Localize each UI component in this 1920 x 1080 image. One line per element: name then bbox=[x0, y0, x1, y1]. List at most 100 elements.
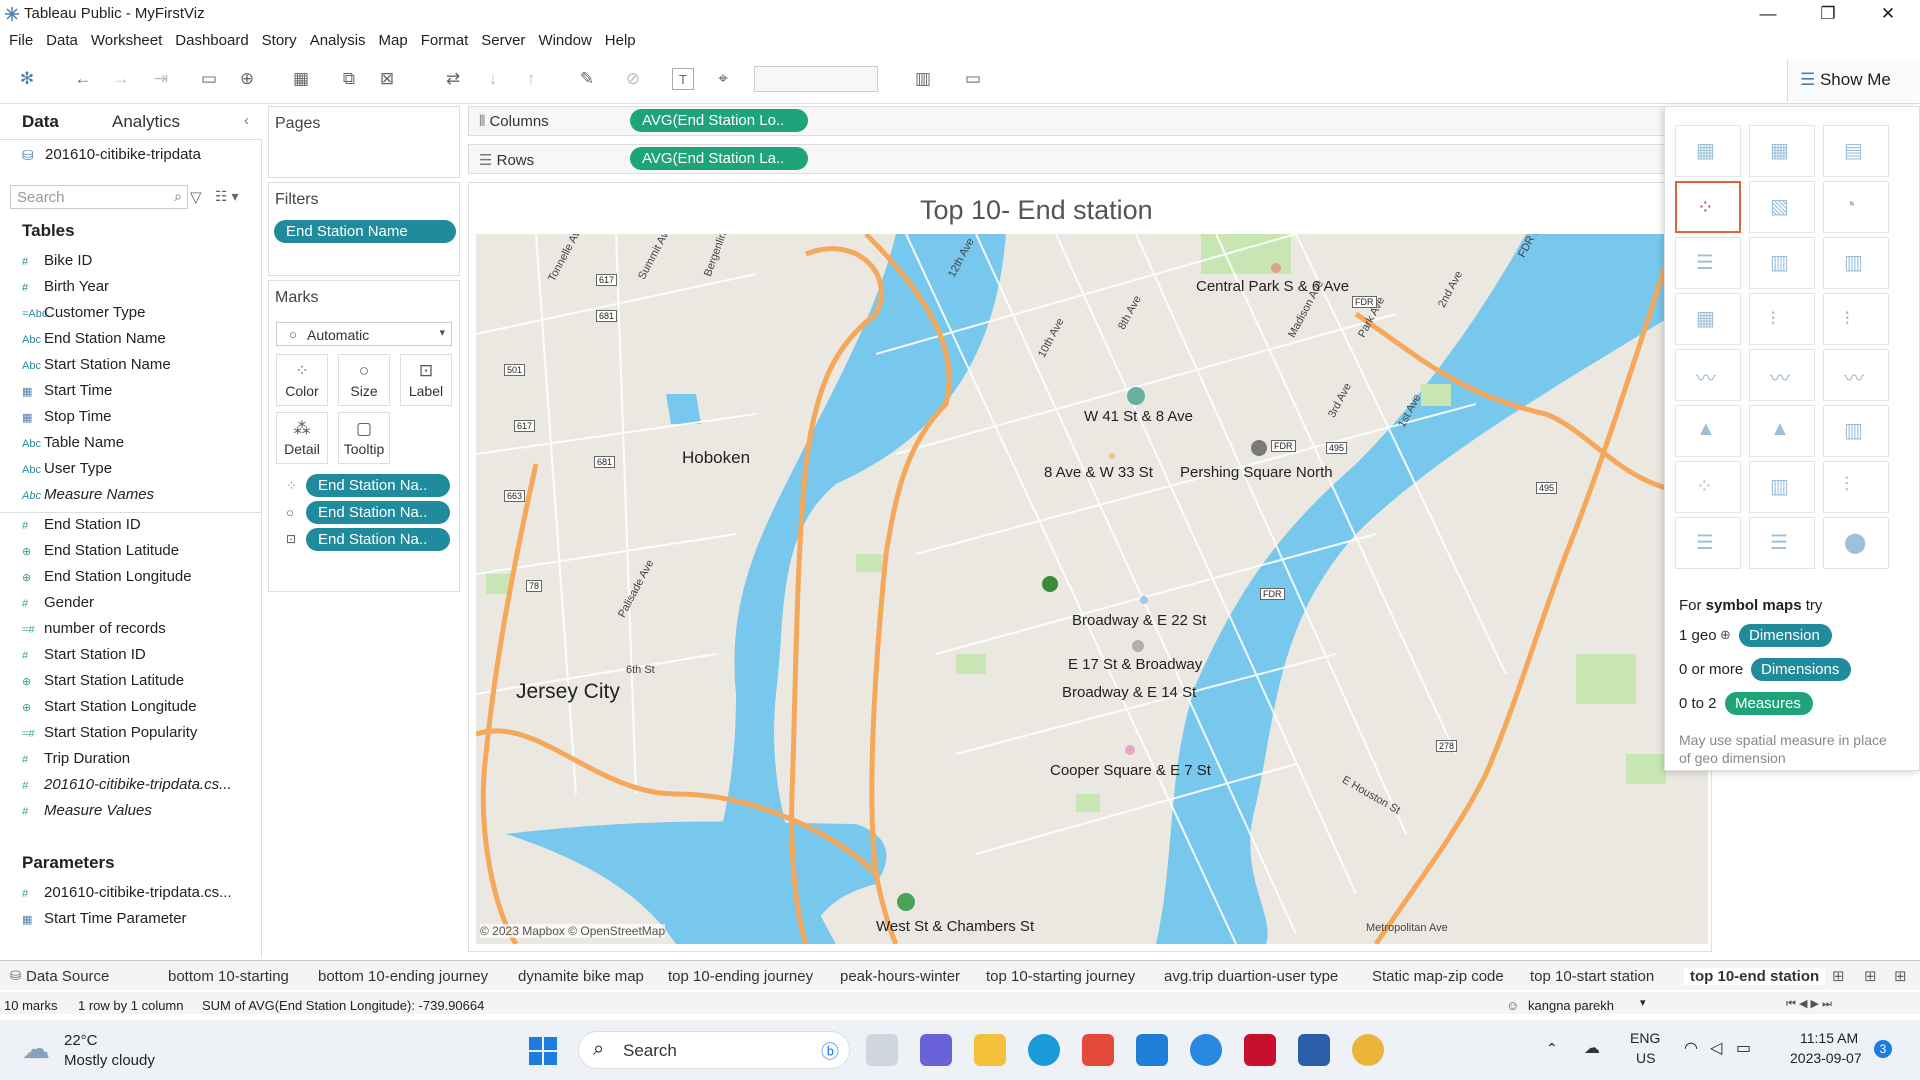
color-button[interactable]: ⁘ Color bbox=[276, 354, 328, 406]
chart-type-bullet-graph[interactable]: ☰ bbox=[1749, 517, 1815, 569]
station-mark[interactable] bbox=[1140, 596, 1148, 604]
chart-type-heat-map[interactable]: ▦ bbox=[1749, 125, 1815, 177]
weather-temp[interactable]: 22°C bbox=[64, 1032, 98, 1049]
chart-type-filled-map[interactable]: ▧ bbox=[1749, 181, 1815, 233]
dimension-field[interactable]: =AbcCustomer Type bbox=[22, 304, 145, 321]
menu-data[interactable]: Data bbox=[46, 32, 78, 49]
chart-type-side-by-side-bars[interactable]: ▥ bbox=[1823, 237, 1889, 289]
measure-field[interactable]: ⊕ End Station Latitude bbox=[22, 542, 179, 559]
chart-type-treemap[interactable]: ▦ bbox=[1675, 293, 1741, 345]
measure-field[interactable]: # Start Station ID bbox=[22, 646, 146, 663]
dimension-field[interactable]: # Birth Year bbox=[22, 278, 109, 295]
pages-card[interactable]: Pages bbox=[268, 106, 460, 178]
volume-icon[interactable]: ◁ bbox=[1710, 1038, 1722, 1058]
chart-type-area-continuous[interactable]: ▲ bbox=[1675, 405, 1741, 457]
swap-icon[interactable]: ⇄ bbox=[442, 68, 464, 90]
weather-desc[interactable]: Mostly cloudy bbox=[64, 1052, 155, 1069]
parameter-field[interactable]: ▦ Start Time Parameter bbox=[22, 910, 187, 927]
onedrive-icon[interactable]: ☁ bbox=[1584, 1038, 1600, 1058]
tooltip-pill-end-station-name[interactable]: End Station Na.. bbox=[306, 501, 450, 524]
menu-file[interactable]: File bbox=[9, 32, 33, 49]
close-icon[interactable]: ✕ bbox=[1868, 4, 1908, 24]
collapse-pane-icon[interactable]: ‹ bbox=[244, 112, 249, 129]
chart-type-histogram[interactable]: ▥ bbox=[1749, 461, 1815, 513]
menu-worksheet[interactable]: Worksheet bbox=[91, 32, 162, 49]
filter-fields-icon[interactable]: ▽ bbox=[190, 188, 202, 206]
measure-field[interactable]: # Trip Duration bbox=[22, 750, 130, 767]
measure-field[interactable]: =# number of records bbox=[22, 620, 166, 637]
measure-field[interactable]: ⊕ End Station Longitude bbox=[22, 568, 192, 585]
menu-story[interactable]: Story bbox=[262, 32, 297, 49]
menu-window[interactable]: Window bbox=[538, 32, 591, 49]
measure-field[interactable]: # Gender bbox=[22, 594, 94, 611]
undo-icon[interactable]: ← bbox=[72, 68, 94, 90]
clock-date[interactable]: 2023-09-07 bbox=[1790, 1050, 1862, 1066]
station-mark[interactable] bbox=[1271, 263, 1281, 273]
sheet-tab[interactable]: bottom 10-starting bbox=[168, 968, 289, 985]
detail-button[interactable]: ⁂ Detail bbox=[276, 412, 328, 464]
dimension-field[interactable]: Abc Start Station Name bbox=[22, 356, 171, 373]
filter-pill-end-station-name[interactable]: End Station Name bbox=[274, 220, 456, 243]
new-worksheet-tab-icon[interactable]: ⊞ bbox=[1832, 967, 1845, 985]
wifi-icon[interactable]: ◠ bbox=[1684, 1038, 1698, 1058]
parameter-field[interactable]: #201610-citibike-tripdata.cs... bbox=[22, 884, 232, 901]
user-menu-chevron-icon[interactable]: ▾ bbox=[1640, 996, 1646, 1009]
station-mark[interactable] bbox=[1132, 640, 1144, 652]
station-mark[interactable] bbox=[1042, 576, 1058, 592]
sheet-tab[interactable]: top 10-end station bbox=[1684, 968, 1826, 985]
sheet-tab[interactable]: top 10-starting journey bbox=[986, 968, 1135, 985]
taskbar-search-input[interactable]: ⌕ Search ⓑ bbox=[578, 1031, 850, 1069]
columns-pill[interactable]: AVG(End Station Lo.. bbox=[630, 109, 808, 132]
language-label[interactable]: ENG bbox=[1630, 1030, 1660, 1046]
label-button[interactable]: ⊡ Label bbox=[400, 354, 452, 406]
tab-data-source[interactable]: Data Source bbox=[26, 968, 109, 985]
chart-type-text-table[interactable]: ▦ bbox=[1675, 125, 1741, 177]
chrome-icon[interactable] bbox=[1352, 1034, 1384, 1066]
duplicate-icon[interactable]: ⧉ bbox=[338, 68, 360, 90]
sheet-tab[interactable]: top 10-ending journey bbox=[668, 968, 813, 985]
chart-type-highlight-table[interactable]: ▤ bbox=[1823, 125, 1889, 177]
new-datasource-icon[interactable]: ⊕ bbox=[236, 68, 258, 90]
measure-field[interactable]: # Measure Values bbox=[22, 802, 152, 819]
menu-help[interactable]: Help bbox=[605, 32, 636, 49]
new-worksheet-icon[interactable]: ▦ bbox=[290, 68, 312, 90]
chart-type-horizontal-bars[interactable]: ☰ bbox=[1675, 237, 1741, 289]
tooltip-button[interactable]: ▢ Tooltip bbox=[338, 412, 390, 464]
task-view-icon[interactable] bbox=[866, 1034, 898, 1066]
station-mark[interactable] bbox=[1109, 453, 1115, 459]
pin-axes-icon[interactable]: ⌖ bbox=[712, 68, 734, 90]
menu-server[interactable]: Server bbox=[481, 32, 525, 49]
field-search-input[interactable]: Search ⌕ bbox=[10, 185, 188, 209]
station-mark[interactable] bbox=[1127, 387, 1145, 405]
restore-icon[interactable]: ❐ bbox=[1808, 4, 1848, 24]
fit-dropdown[interactable] bbox=[754, 66, 878, 92]
chart-type-line-continuous[interactable]: 〰 bbox=[1675, 349, 1741, 401]
sheet-tab[interactable]: Static map-zip code bbox=[1372, 968, 1504, 985]
chart-type-area-discrete[interactable]: ▲ bbox=[1749, 405, 1815, 457]
sort-ascending-icon[interactable]: ↓ bbox=[482, 68, 504, 90]
mcafee-icon[interactable] bbox=[1244, 1034, 1276, 1066]
dimension-field[interactable]: ▦ Stop Time bbox=[22, 408, 112, 425]
measure-field[interactable]: ⊕ Start Station Latitude bbox=[22, 672, 184, 689]
dimension-field[interactable]: Abc End Station Name bbox=[22, 330, 166, 347]
chart-type-packed-bubbles[interactable]: ⬤ bbox=[1823, 517, 1889, 569]
sheet-tab[interactable]: top 10-start station bbox=[1530, 968, 1654, 985]
clock-time[interactable]: 11:15 AM bbox=[1800, 1030, 1858, 1046]
size-button[interactable]: ○ Size bbox=[338, 354, 390, 406]
myhp-icon[interactable] bbox=[1136, 1034, 1168, 1066]
view-options-icon[interactable]: ☷ ▾ bbox=[215, 188, 238, 205]
dimension-field[interactable]: Abc User Type bbox=[22, 460, 112, 477]
dimension-field[interactable]: Abc Table Name bbox=[22, 434, 124, 451]
menu-analysis[interactable]: Analysis bbox=[310, 32, 366, 49]
dimension-field[interactable]: # Bike ID bbox=[22, 252, 92, 269]
measure-field[interactable]: ⊕ Start Station Longitude bbox=[22, 698, 197, 715]
chart-type-side-by-side-circles[interactable]: ⁝ bbox=[1823, 293, 1889, 345]
sheet-tab[interactable]: avg.trip duartion-user type bbox=[1164, 968, 1338, 985]
color-pill-end-station-name[interactable]: End Station Na.. bbox=[306, 474, 450, 497]
mark-type-dropdown[interactable]: ○ Automatic ▾ bbox=[276, 322, 452, 346]
dimension-field[interactable]: Abc Measure Names bbox=[22, 486, 154, 503]
status-user[interactable]: kangna parekh bbox=[1528, 998, 1614, 1013]
new-dashboard-tab-icon[interactable]: ⊞ bbox=[1864, 967, 1877, 985]
rows-pill[interactable]: AVG(End Station La.. bbox=[630, 147, 808, 170]
sheet-tab[interactable]: bottom 10-ending journey bbox=[318, 968, 488, 985]
